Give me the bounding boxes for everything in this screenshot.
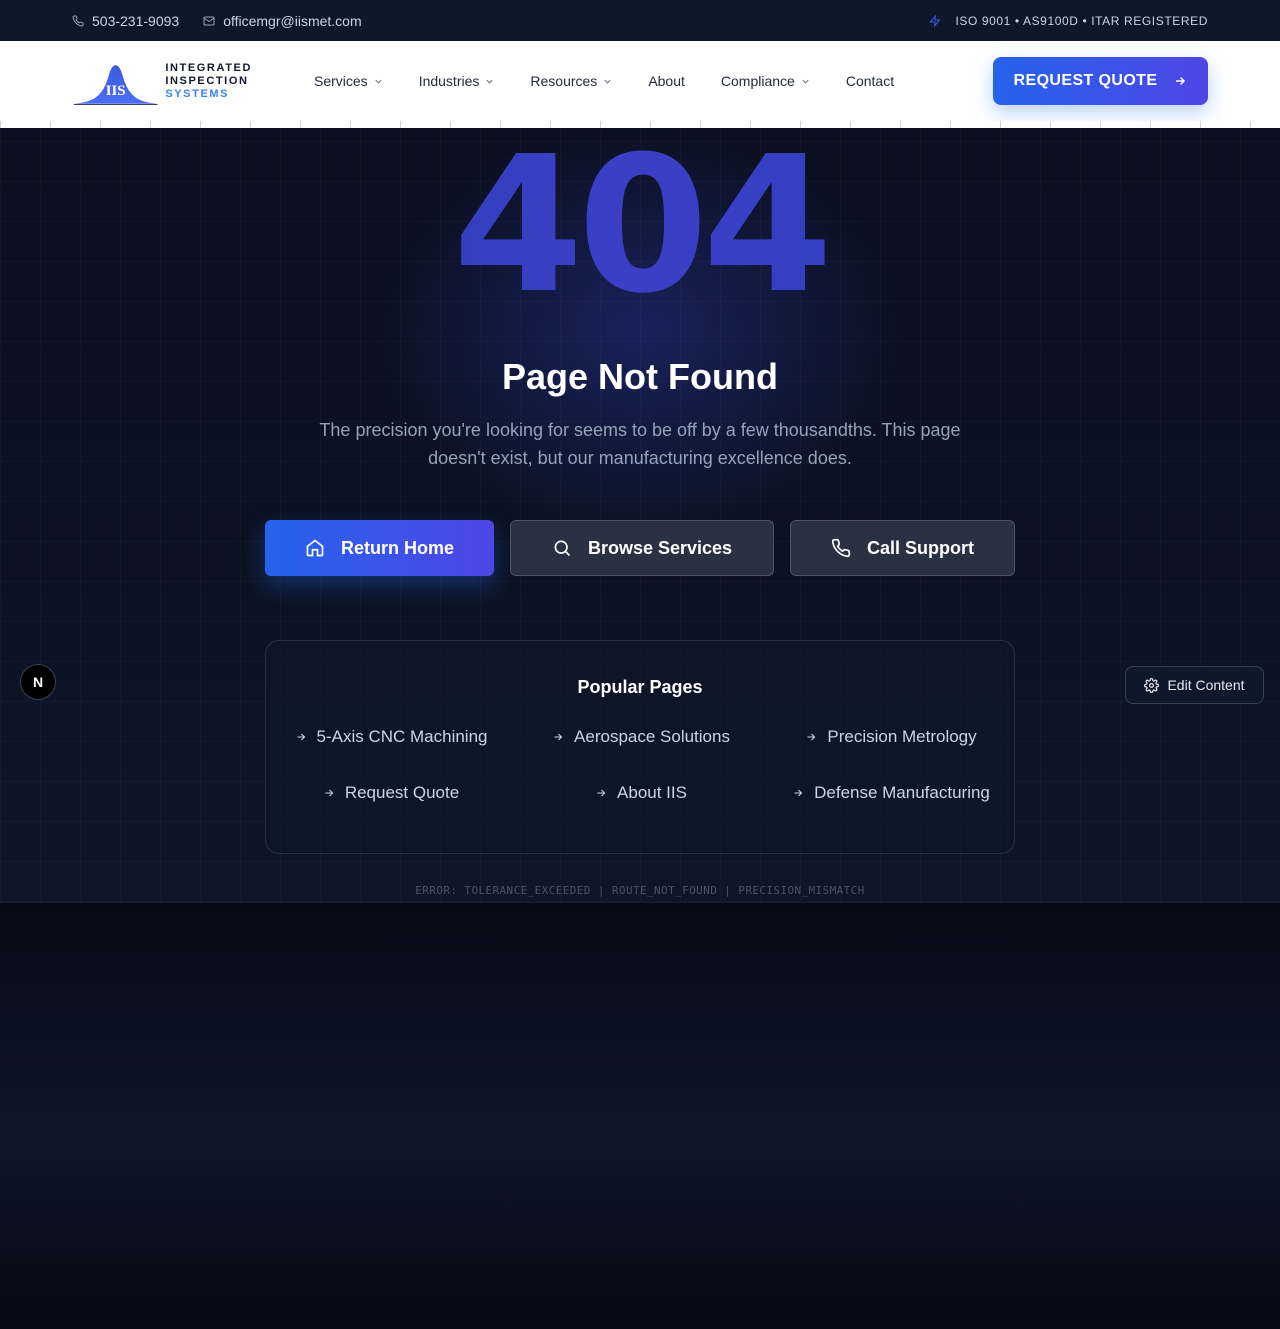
popular-link-label: Aerospace Solutions <box>574 727 730 746</box>
popular-links: 5-Axis CNC Machining Aerospace Solutions… <box>266 725 1014 805</box>
error-code: 404 <box>0 128 1280 324</box>
popular-link-cnc[interactable]: 5-Axis CNC Machining <box>266 725 516 749</box>
site-header: IIS INTEGRATED INSPECTION SYSTEMS Servic… <box>0 41 1280 121</box>
error-status-line: ERROR: TOLERANCE_EXCEEDED | ROUTE_NOT_FO… <box>415 884 865 897</box>
chevron-down-icon <box>604 79 611 84</box>
popular-pages-heading: Popular Pages <box>577 677 703 697</box>
page-description: The precision you're looking for seems t… <box>319 420 961 468</box>
chevron-down-icon <box>486 79 493 84</box>
popular-link-about[interactable]: About IIS <box>516 781 766 805</box>
popular-link-label: Request Quote <box>344 783 460 802</box>
next-badge-letter: N <box>32 674 44 690</box>
popular-pages-card: Popular Pages 5-Axis CNC Machining Aeros… <box>265 640 1015 854</box>
logo-bell-curve-icon: IIS <box>73 65 158 106</box>
popular-link-metrology[interactable]: Precision Metrology <box>766 725 1016 749</box>
nav-resources[interactable]: Resources <box>530 73 612 89</box>
arrow-right-icon <box>554 733 563 741</box>
popular-link-label: 5-Axis CNC Machining <box>316 727 488 746</box>
arrow-right-icon <box>297 733 305 741</box>
nav-industries[interactable]: Industries <box>419 73 495 89</box>
nav-compliance[interactable]: Compliance <box>721 73 810 89</box>
gear-icon <box>1144 677 1160 693</box>
nav-contact[interactable]: Contact <box>846 73 894 89</box>
phone-icon <box>831 538 851 558</box>
nav-label: Compliance <box>720 73 795 89</box>
call-support-label: Call Support <box>867 537 974 558</box>
nav-label: Services <box>314 73 368 89</box>
arrow-right-icon <box>794 789 803 797</box>
certifications: ISO 9001 • AS9100D • ITAR REGISTERED <box>929 14 1208 28</box>
search-icon <box>554 540 571 557</box>
nav-label: Resources <box>530 73 598 89</box>
email-address: officemgr@iismet.com <box>223 12 362 29</box>
logo-text: INTEGRATED INSPECTION SYSTEMS <box>165 62 252 101</box>
logo-line-2: INSPECTION <box>165 74 249 87</box>
arrow-right-icon <box>1176 77 1186 85</box>
email-link[interactable]: officemgr@iismet.com <box>203 12 362 29</box>
logo-line-3: SYSTEMS <box>165 87 230 100</box>
arrow-right-icon <box>325 789 334 797</box>
page-title: Page Not Found <box>502 356 778 397</box>
popular-link-defense[interactable]: Defense Manufacturing <box>766 781 1016 805</box>
phone-link[interactable]: 503-231-9093 <box>72 13 179 29</box>
nav-label: Industries <box>418 73 480 89</box>
popular-link-aerospace[interactable]: Aerospace Solutions <box>516 725 766 749</box>
browse-services-label: Browse Services <box>587 537 733 558</box>
popular-link-label: About IIS <box>617 783 687 802</box>
nav-label: About <box>648 73 685 89</box>
return-home-button[interactable]: Return Home <box>265 520 494 576</box>
mail-icon <box>203 16 215 25</box>
edit-content-label: Edit Content <box>1167 677 1245 693</box>
return-home-label: Return Home <box>340 537 454 558</box>
edit-content-button[interactable]: Edit Content <box>1125 666 1264 704</box>
home-icon <box>306 539 324 557</box>
footer-background <box>0 902 1280 1329</box>
chevron-down-icon <box>375 79 382 84</box>
logo[interactable]: IIS INTEGRATED INSPECTION SYSTEMS <box>72 49 252 113</box>
call-support-button[interactable]: Call Support <box>790 520 1015 576</box>
next-dev-badge[interactable]: N <box>20 664 56 700</box>
popular-link-label: Precision Metrology <box>827 727 977 746</box>
bolt-icon <box>929 14 942 27</box>
nav-services[interactable]: Services <box>314 73 383 89</box>
request-quote-button[interactable]: REQUEST QUOTE <box>993 57 1208 105</box>
popular-link-quote[interactable]: Request Quote <box>266 781 516 805</box>
nav-about[interactable]: About <box>648 73 685 89</box>
arrow-right-icon <box>597 789 606 797</box>
popular-link-label: Defense Manufacturing <box>814 783 990 802</box>
logo-mark: IIS <box>106 83 126 99</box>
chevron-down-icon <box>802 79 809 84</box>
contact-info: 503-231-9093 officemgr@iismet.com <box>72 13 362 29</box>
certifications-text: ISO 9001 • AS9100D • ITAR REGISTERED <box>955 13 1208 28</box>
request-quote-label: REQUEST QUOTE <box>1013 72 1158 89</box>
phone-number: 503-231-9093 <box>92 12 180 29</box>
phone-icon <box>72 14 84 26</box>
browse-services-button[interactable]: Browse Services <box>510 520 774 576</box>
not-found-hero: 404 Page Not Found The precision you're … <box>0 128 1280 902</box>
action-buttons: Return Home Browse Services Call Support <box>265 520 1015 576</box>
logo-line-1: INTEGRATED <box>165 61 252 74</box>
ruler-strip <box>0 121 1280 128</box>
nav-label: Contact <box>845 73 895 89</box>
main-nav: Services Industries Resources About Comp… <box>314 73 930 89</box>
top-contact-bar: 503-231-9093 officemgr@iismet.com ISO 90… <box>0 0 1280 41</box>
arrow-right-icon <box>807 733 816 741</box>
